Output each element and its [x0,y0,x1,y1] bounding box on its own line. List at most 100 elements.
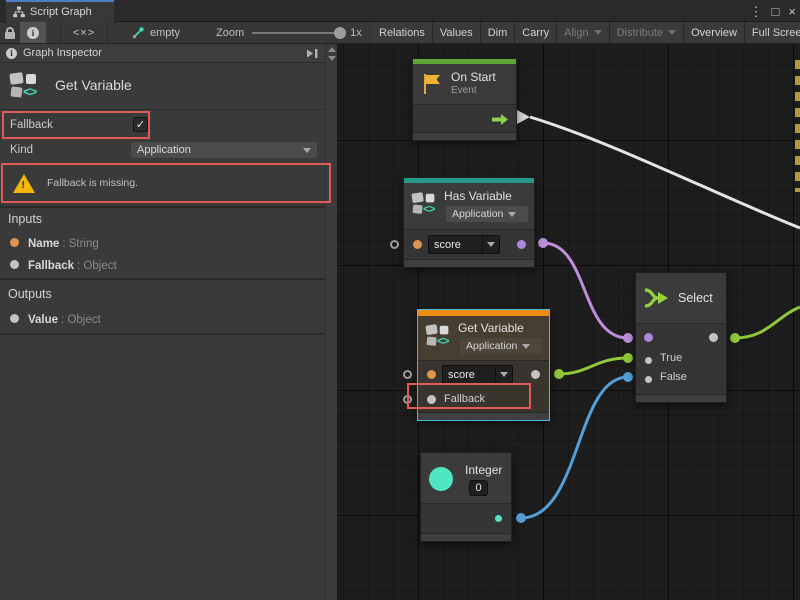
variable-kind-value: Application [466,340,517,352]
wire-getvariable-select[interactable] [559,358,628,374]
node-select[interactable]: Select True False [635,272,727,403]
node-body: score [404,229,534,259]
false-input-port[interactable] [645,376,652,383]
menu-icon[interactable]: ⋮ [750,5,763,18]
checkmark-icon: ✓ [136,118,145,131]
variables-icon: <×> [73,27,95,39]
variable-kind-value: Application [452,208,503,220]
integer-value-field[interactable]: 0 [469,480,488,496]
divider [0,333,325,335]
true-port-label: True [660,352,682,364]
inspector-toggle-button[interactable]: i [20,22,46,43]
null-check-port[interactable] [403,395,412,404]
wire-endpoint [538,238,548,248]
values-button[interactable]: Values [433,22,480,43]
variable-kind-dropdown[interactable]: Application [460,338,542,354]
scroll-down-icon[interactable] [328,56,336,61]
string-port-icon [10,238,19,247]
variable-kind-dropdown[interactable]: Application [446,206,528,222]
variable-name-dropdown[interactable] [495,366,512,383]
chevron-down-icon [668,30,676,35]
dock-panel-icon[interactable] [306,48,319,59]
node-get-variable[interactable]: <> Get Variable Application score [417,309,550,421]
graph-toolbar: i <×> empty Zoom 1x Relations Values Dim… [0,22,800,44]
integer-icon [429,467,453,491]
variable-icon: <> [412,192,438,216]
node-header: <> Has Variable Application [404,183,534,229]
tab-script-graph[interactable]: Script Graph [6,0,114,22]
null-check-port[interactable] [403,370,412,379]
fallback-input-port[interactable] [427,395,436,404]
null-check-port[interactable] [390,240,399,249]
value-output-port[interactable] [531,370,540,379]
node-body-row-name: score [418,360,549,388]
condition-input-port[interactable] [644,333,653,342]
get-variable-icon: <> [10,72,40,100]
distribute-button[interactable]: Distribute [610,22,683,43]
blackboard-button[interactable]: <×> [60,22,108,43]
inspected-unit-header: <> Get Variable [0,63,325,110]
tab-label: Script Graph [30,6,92,18]
selection-output-port[interactable] [709,333,718,342]
flag-icon [421,72,443,96]
divider [0,206,325,208]
divider [0,278,325,280]
node-footer [421,533,511,541]
node-body: True False [636,323,726,394]
variable-name-field[interactable]: score [442,365,513,384]
full-screen-button[interactable]: Full Screen [745,22,800,43]
kind-dropdown-value: Application [137,144,303,156]
fallback-checkbox[interactable]: ✓ [133,117,148,132]
warning-icon: ! [13,174,35,193]
overview-button[interactable]: Overview [684,22,744,43]
variable-name-value: score [443,366,495,383]
graph-hierarchy-icon [13,6,25,18]
lock-button[interactable] [0,22,20,43]
dim-button[interactable]: Dim [481,22,515,43]
chevron-down-icon [487,242,495,247]
wire-control-onstart[interactable] [530,117,800,228]
info-icon: i [27,27,39,39]
carry-button[interactable]: Carry [515,22,556,43]
align-button[interactable]: Align [557,22,608,43]
node-footer [413,132,516,140]
relations-button[interactable]: Relations [372,22,432,43]
wire-hasvariable-select[interactable] [543,243,628,338]
kind-field-label: Kind [10,144,33,156]
variable-name-field[interactable]: score [428,235,500,254]
chevron-down-icon [303,148,311,153]
node-on-start[interactable]: On Start Event [412,58,517,141]
name-input-port[interactable] [413,240,422,249]
wire-select-out[interactable] [735,307,800,338]
close-icon[interactable]: × [788,5,796,18]
chevron-down-icon [508,212,516,217]
zoom-slider-handle[interactable] [334,27,346,39]
flow-output-port[interactable] [492,114,508,125]
graph-breadcrumb[interactable]: empty [132,22,180,43]
outputs-header: Outputs [8,287,52,301]
variable-name-dropdown[interactable] [482,236,499,253]
inspected-unit-title: Get Variable [55,77,132,93]
zoom-slider[interactable] [252,32,342,34]
graph-canvas[interactable]: On Start Event <> Has Variable [337,44,800,600]
wire-endpoint [623,372,633,382]
lock-icon [5,27,15,39]
name-input-port[interactable] [427,370,436,379]
fallback-port-label: Fallback [444,393,485,405]
integer-output-port[interactable] [495,515,502,522]
maximize-icon[interactable]: □ [772,5,780,18]
scroll-up-icon[interactable] [328,47,336,52]
inspector-header[interactable]: i Graph Inspector [0,44,325,63]
true-input-port[interactable] [645,357,652,364]
node-integer[interactable]: Integer 0 [420,452,512,542]
node-has-variable[interactable]: <> Has Variable Application score [403,177,535,268]
kind-dropdown[interactable]: Application [130,141,318,159]
fallback-field-label: Fallback [10,119,53,131]
variable-name-value: score [429,236,482,253]
node-body [413,104,516,132]
window-controls: ⋮ □ × [750,0,796,22]
toolbar-button-row: Relations Values Dim Carry Align Distrib… [372,22,800,43]
inspector-scrollbar[interactable] [325,44,337,600]
inputs-header: Inputs [8,212,42,226]
bool-output-port[interactable] [517,240,526,249]
